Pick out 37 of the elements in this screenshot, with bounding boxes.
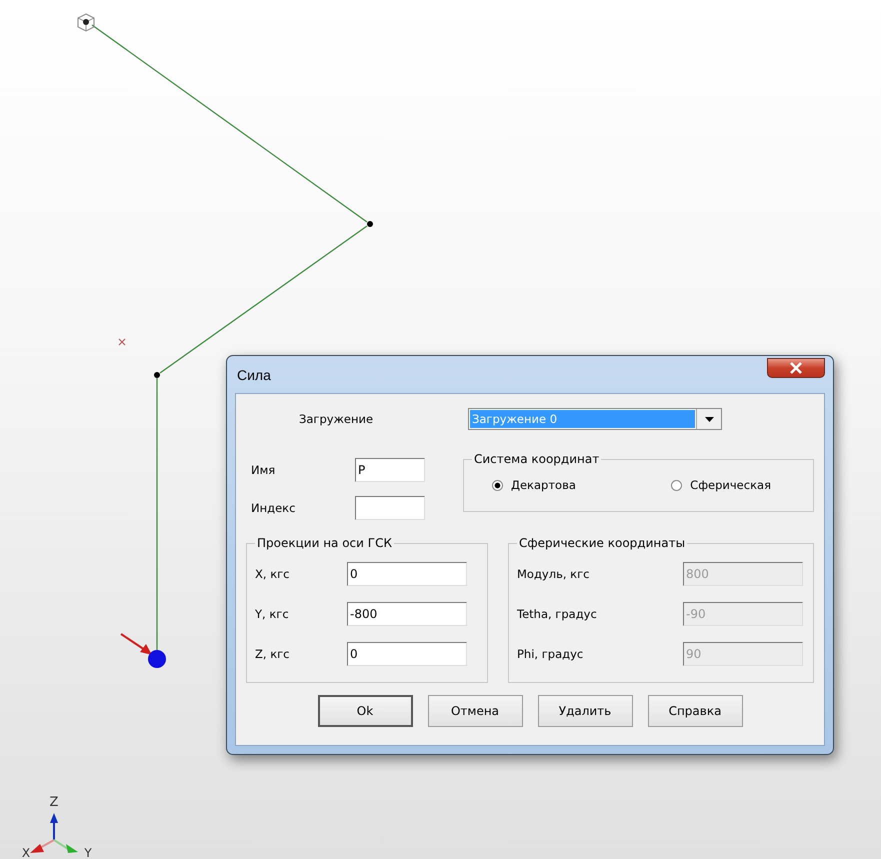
group-title: Система координат <box>473 452 600 466</box>
dialog-button[interactable]: Ok <box>318 695 412 727</box>
axis-label: Y <box>84 846 92 859</box>
name-field[interactable]: P <box>355 458 425 482</box>
caret-icon <box>704 416 714 422</box>
field-label: Z, кгс <box>255 647 290 661</box>
field-label: Загружение <box>298 412 374 426</box>
value-field[interactable]: 0 <box>347 562 467 586</box>
cross-mark-icon <box>118 338 126 346</box>
group-title: Проекции на оси ГСК <box>256 536 393 550</box>
radio-option[interactable]: Сферическая <box>671 478 771 492</box>
field-label: Phi, градус <box>517 647 584 661</box>
radio-option[interactable]: Декартова <box>492 478 576 492</box>
field-label: Y, кгс <box>255 607 290 621</box>
field-label: Tetha, градус <box>517 607 598 621</box>
value-field[interactable]: -800 <box>347 602 467 626</box>
dialog-button[interactable]: Справка <box>648 695 742 727</box>
index-field[interactable] <box>355 496 425 520</box>
close-icon <box>790 362 802 374</box>
field-label: Модуль, кгс <box>517 567 590 581</box>
window-title: Сила <box>236 366 271 382</box>
node-point <box>154 372 160 378</box>
close-button[interactable] <box>767 358 825 378</box>
node-point <box>367 221 373 227</box>
field-label: Имя <box>251 463 276 477</box>
dialog-button[interactable]: Отмена <box>428 695 522 727</box>
axis-label: Z <box>50 795 58 810</box>
load-point-icon <box>148 650 166 668</box>
field-label: X, кгс <box>255 567 290 581</box>
force-arrow-icon <box>120 633 152 655</box>
axis-triad-drawing <box>30 813 78 853</box>
dialog-button[interactable]: Удалить <box>538 695 632 727</box>
group-title: Сферические координаты <box>518 536 686 550</box>
axis-label: X <box>22 846 30 859</box>
field-label: Индекс <box>251 501 296 515</box>
support-node-icon <box>78 13 94 32</box>
value-field[interactable]: 0 <box>347 642 467 666</box>
